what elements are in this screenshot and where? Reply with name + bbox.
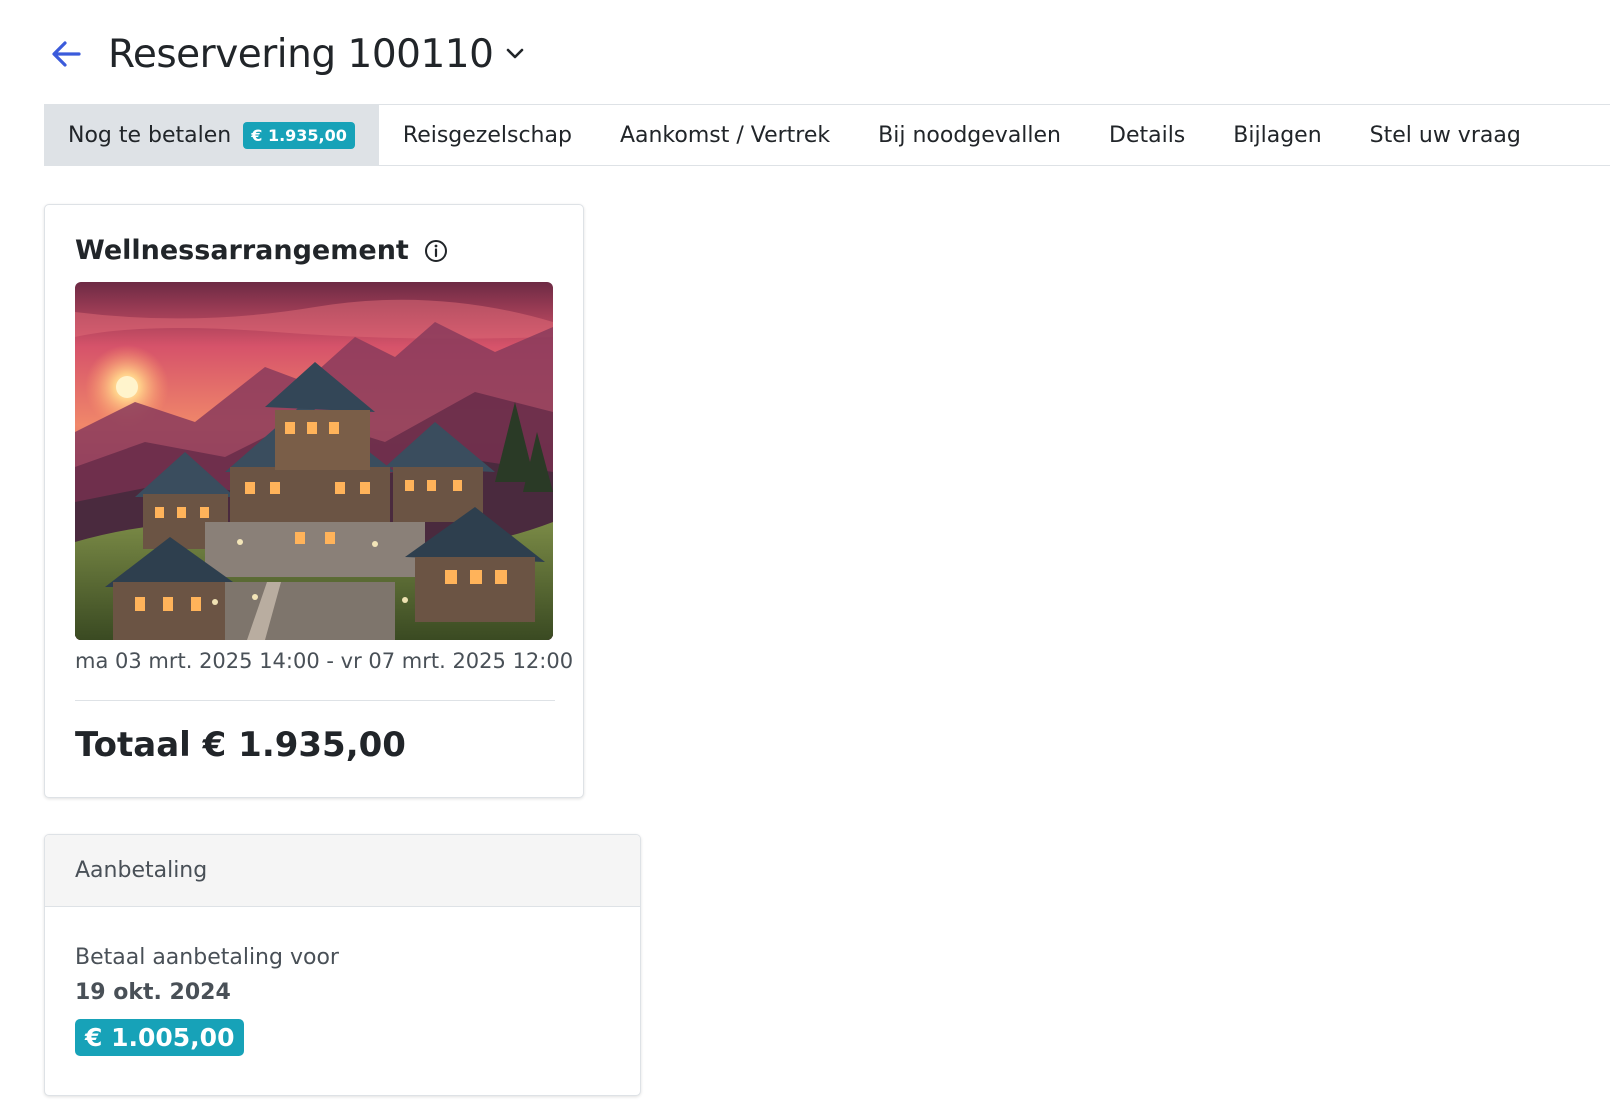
tab-aankomst-vertrek[interactable]: Aankomst / Vertrek — [596, 105, 854, 165]
divider — [75, 700, 555, 701]
deposit-due-date: 19 okt. 2024 — [75, 980, 231, 1005]
booking-card: Wellnessarrangement ma 03 mrt. 2025 14:0… — [44, 204, 584, 798]
mountain-chalet-sunset-photo — [75, 282, 553, 640]
booking-total: Totaal € 1.935,00 — [75, 725, 406, 765]
tab-label: Nog te betalen — [68, 122, 232, 148]
page-header: Reservering 100110 — [44, 28, 529, 80]
tab-label: Bijlagen — [1233, 122, 1322, 148]
tab-details[interactable]: Details — [1085, 105, 1209, 165]
chevron-down-icon — [507, 48, 524, 59]
tab-reisgezelschap[interactable]: Reisgezelschap — [379, 105, 596, 165]
tab-label: Stel uw vraag — [1369, 122, 1521, 148]
tab-bij-noodgevallen[interactable]: Bij noodgevallen — [854, 105, 1085, 165]
reservation-tabs: Nog te betalen € 1.935,00 Reisgezelschap… — [44, 104, 1610, 166]
booking-title: Wellnessarrangement — [75, 235, 409, 266]
tab-label: Bij noodgevallen — [878, 122, 1061, 148]
tab-label: Reisgezelschap — [402, 122, 572, 148]
tab-nog-te-betalen[interactable]: Nog te betalen € 1.935,00 — [44, 105, 379, 165]
tab-stel-uw-vraag[interactable]: Stel uw vraag — [1346, 105, 1545, 165]
tab-label: Details — [1109, 122, 1186, 148]
info-circle-icon[interactable] — [423, 238, 449, 264]
back-button[interactable] — [44, 32, 88, 76]
booking-dates: ma 03 mrt. 2025 14:00 - vr 07 mrt. 2025 … — [75, 649, 574, 673]
reservation-page: Reservering 100110 Nog te betalen € 1.93… — [0, 0, 1610, 1112]
deposit-card: Aanbetaling Betaal aanbetaling voor 19 o… — [44, 834, 641, 1096]
deposit-label: Betaal aanbetaling voor — [75, 945, 339, 970]
deposit-amount-badge: € 1.005,00 — [75, 1019, 245, 1056]
reservation-switch-dropdown[interactable] — [501, 40, 529, 68]
outstanding-amount-badge: € 1.935,00 — [243, 121, 355, 149]
tab-label: Aankomst / Vertrek — [619, 122, 831, 148]
arrow-left-icon — [52, 41, 81, 67]
deposit-header: Aanbetaling — [45, 835, 640, 907]
tab-bijlagen[interactable]: Bijlagen — [1209, 105, 1345, 165]
deposit-body: Betaal aanbetaling voor 19 okt. 2024 € 1… — [45, 907, 640, 1056]
booking-title-row: Wellnessarrangement — [75, 235, 449, 266]
page-title: Reservering 100110 — [108, 31, 494, 77]
